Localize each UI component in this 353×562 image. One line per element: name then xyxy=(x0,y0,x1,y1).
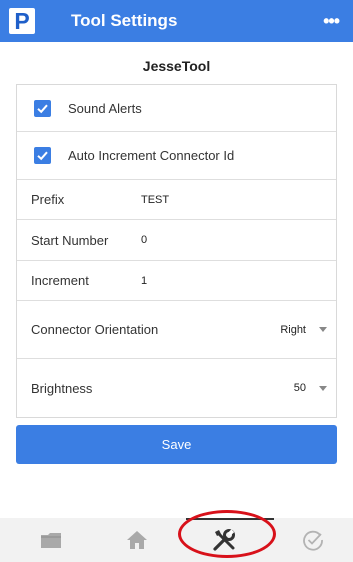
start-number-row[interactable]: Start Number 0 xyxy=(17,220,336,261)
brightness-select[interactable]: 50 xyxy=(294,382,306,394)
logo-letter: P xyxy=(14,8,30,34)
start-number-label: Start Number xyxy=(31,232,109,248)
prefix-label: Prefix xyxy=(31,192,65,207)
check-icon xyxy=(37,104,48,113)
save-button[interactable]: Save xyxy=(16,425,337,464)
chevron-down-icon[interactable] xyxy=(319,327,327,332)
brightness-row[interactable]: Brightness 50 xyxy=(17,359,336,417)
start-number-input[interactable]: 0 xyxy=(141,234,147,246)
connector-orientation-row[interactable]: Connector Orientation Right xyxy=(17,301,336,359)
check-icon xyxy=(37,151,48,161)
settings-card: Sound Alerts Auto Increment Connector Id… xyxy=(16,84,337,418)
nav-check[interactable] xyxy=(283,518,343,562)
top-app-bar: P Tool Settings ••• xyxy=(0,0,353,42)
auto-increment-row[interactable]: Auto Increment Connector Id xyxy=(17,132,336,180)
sound-alerts-label: Sound Alerts xyxy=(68,100,142,116)
nav-home[interactable] xyxy=(107,518,167,562)
page-title: Tool Settings xyxy=(71,11,178,30)
tool-name-heading: JesseTool xyxy=(142,58,211,74)
app-logo: P xyxy=(9,8,35,34)
increment-label: Increment xyxy=(31,273,89,288)
increment-input[interactable]: 1 xyxy=(141,275,147,287)
home-icon xyxy=(127,531,147,549)
connector-orientation-label: Connector Orientation xyxy=(31,322,159,337)
connector-orientation-select[interactable]: Right xyxy=(280,324,306,336)
chevron-down-icon[interactable] xyxy=(319,385,327,391)
sound-alerts-checkbox[interactable] xyxy=(34,99,51,117)
folder-icon xyxy=(41,533,61,548)
nav-folder[interactable] xyxy=(21,518,81,562)
brightness-label: Brightness xyxy=(31,380,93,396)
prefix-row[interactable]: Prefix TEST xyxy=(17,180,336,220)
annotation-ellipse xyxy=(178,510,276,558)
increment-row[interactable]: Increment 1 xyxy=(17,261,336,301)
auto-increment-label: Auto Increment Connector Id xyxy=(68,148,235,163)
auto-increment-checkbox[interactable] xyxy=(34,147,51,164)
more-menu-button[interactable]: ••• xyxy=(323,11,340,32)
sound-alerts-row[interactable]: Sound Alerts xyxy=(17,85,336,132)
prefix-input[interactable]: TEST xyxy=(141,194,169,206)
check-circle-icon xyxy=(303,530,323,551)
